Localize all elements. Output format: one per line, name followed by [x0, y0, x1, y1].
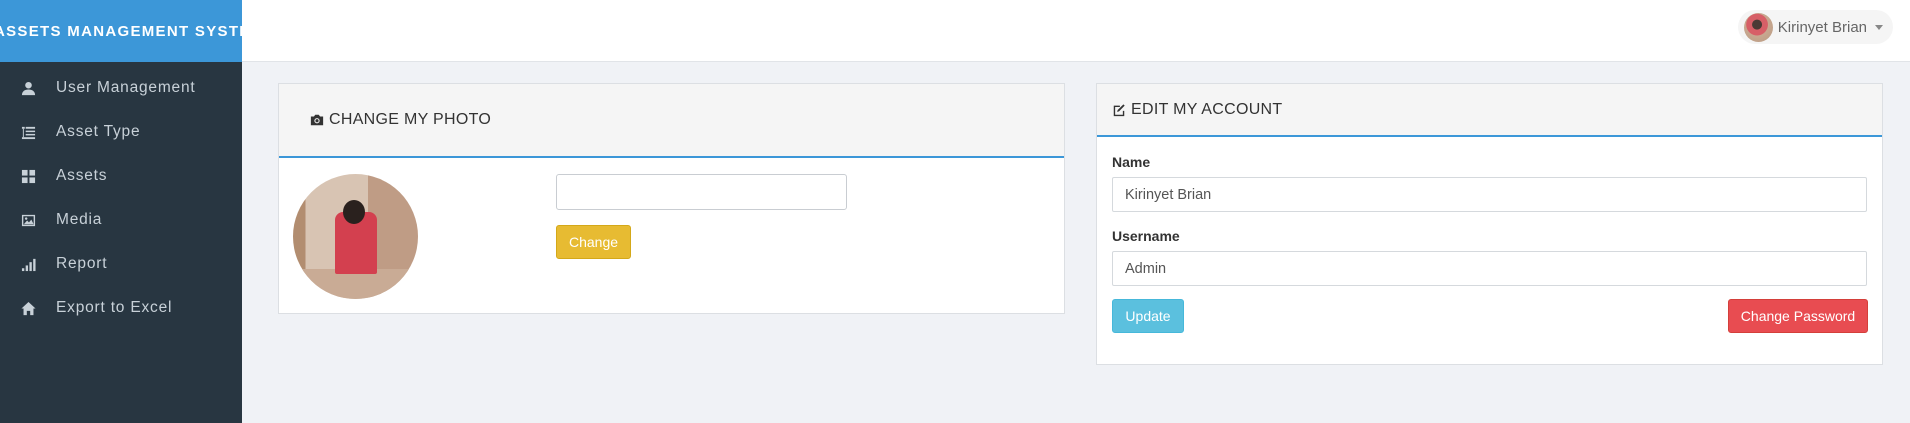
user-name: Kirinyet Brian	[1777, 18, 1867, 36]
username-label: Username	[1112, 228, 1180, 244]
avatar	[1743, 12, 1773, 42]
change-password-button[interactable]: Change Password	[1728, 299, 1868, 333]
sidebar-item-assets[interactable]: Assets	[0, 154, 242, 198]
list-indent-icon	[0, 125, 56, 140]
sidebar-item-media[interactable]: Media	[0, 198, 242, 242]
grid-icon	[0, 169, 56, 184]
panel-heading: CHANGE MY PHOTO	[279, 84, 1064, 158]
sidebar-item-label: Asset Type	[56, 123, 141, 140]
sidebar-item-user-management[interactable]: User Management	[0, 66, 242, 110]
sidebar-item-label: Report	[56, 255, 108, 272]
edit-icon	[1113, 103, 1125, 116]
sidebar-item-label: Media	[56, 211, 103, 228]
sidebar: ASSETS MANAGEMENT SYSTEM User Management…	[0, 0, 242, 423]
panel-heading: EDIT MY ACCOUNT	[1097, 84, 1882, 137]
change-photo-button[interactable]: Change	[556, 225, 631, 259]
username-field[interactable]: Admin	[1112, 251, 1867, 286]
sidebar-item-asset-type[interactable]: Asset Type	[0, 110, 242, 154]
top-navbar: Kirinyet Brian	[242, 0, 1910, 62]
sidebar-item-label: User Management	[56, 79, 196, 96]
panel-title: EDIT MY ACCOUNT	[1131, 100, 1283, 118]
home-icon	[0, 301, 56, 316]
camera-icon	[310, 114, 324, 126]
caret-down-icon	[1875, 24, 1883, 30]
image-icon	[0, 213, 56, 228]
sidebar-item-label: Assets	[56, 167, 108, 184]
user-menu-toggle[interactable]: Kirinyet Brian	[1737, 10, 1893, 44]
bar-signal-icon	[0, 257, 56, 272]
name-label: Name	[1112, 154, 1151, 170]
panel-title: CHANGE MY PHOTO	[329, 111, 492, 128]
change-photo-panel: CHANGE MY PHOTO Change	[278, 83, 1065, 314]
user-icon	[0, 81, 56, 96]
sidebar-item-report[interactable]: Report	[0, 242, 242, 286]
sidebar-item-export-to-excel[interactable]: Export to Excel	[0, 286, 242, 330]
name-field[interactable]: Kirinyet Brian	[1112, 177, 1867, 212]
edit-account-panel: EDIT MY ACCOUNT Name Kirinyet Brian User…	[1096, 83, 1883, 365]
profile-photo	[293, 174, 418, 299]
app-title: ASSETS MANAGEMENT SYSTEM	[0, 0, 242, 62]
photo-file-input[interactable]	[556, 174, 847, 210]
sidebar-menu: User Management Asset Type Assets Media …	[0, 66, 242, 330]
sidebar-item-label: Export to Excel	[56, 299, 173, 316]
update-button[interactable]: Update	[1112, 299, 1184, 333]
